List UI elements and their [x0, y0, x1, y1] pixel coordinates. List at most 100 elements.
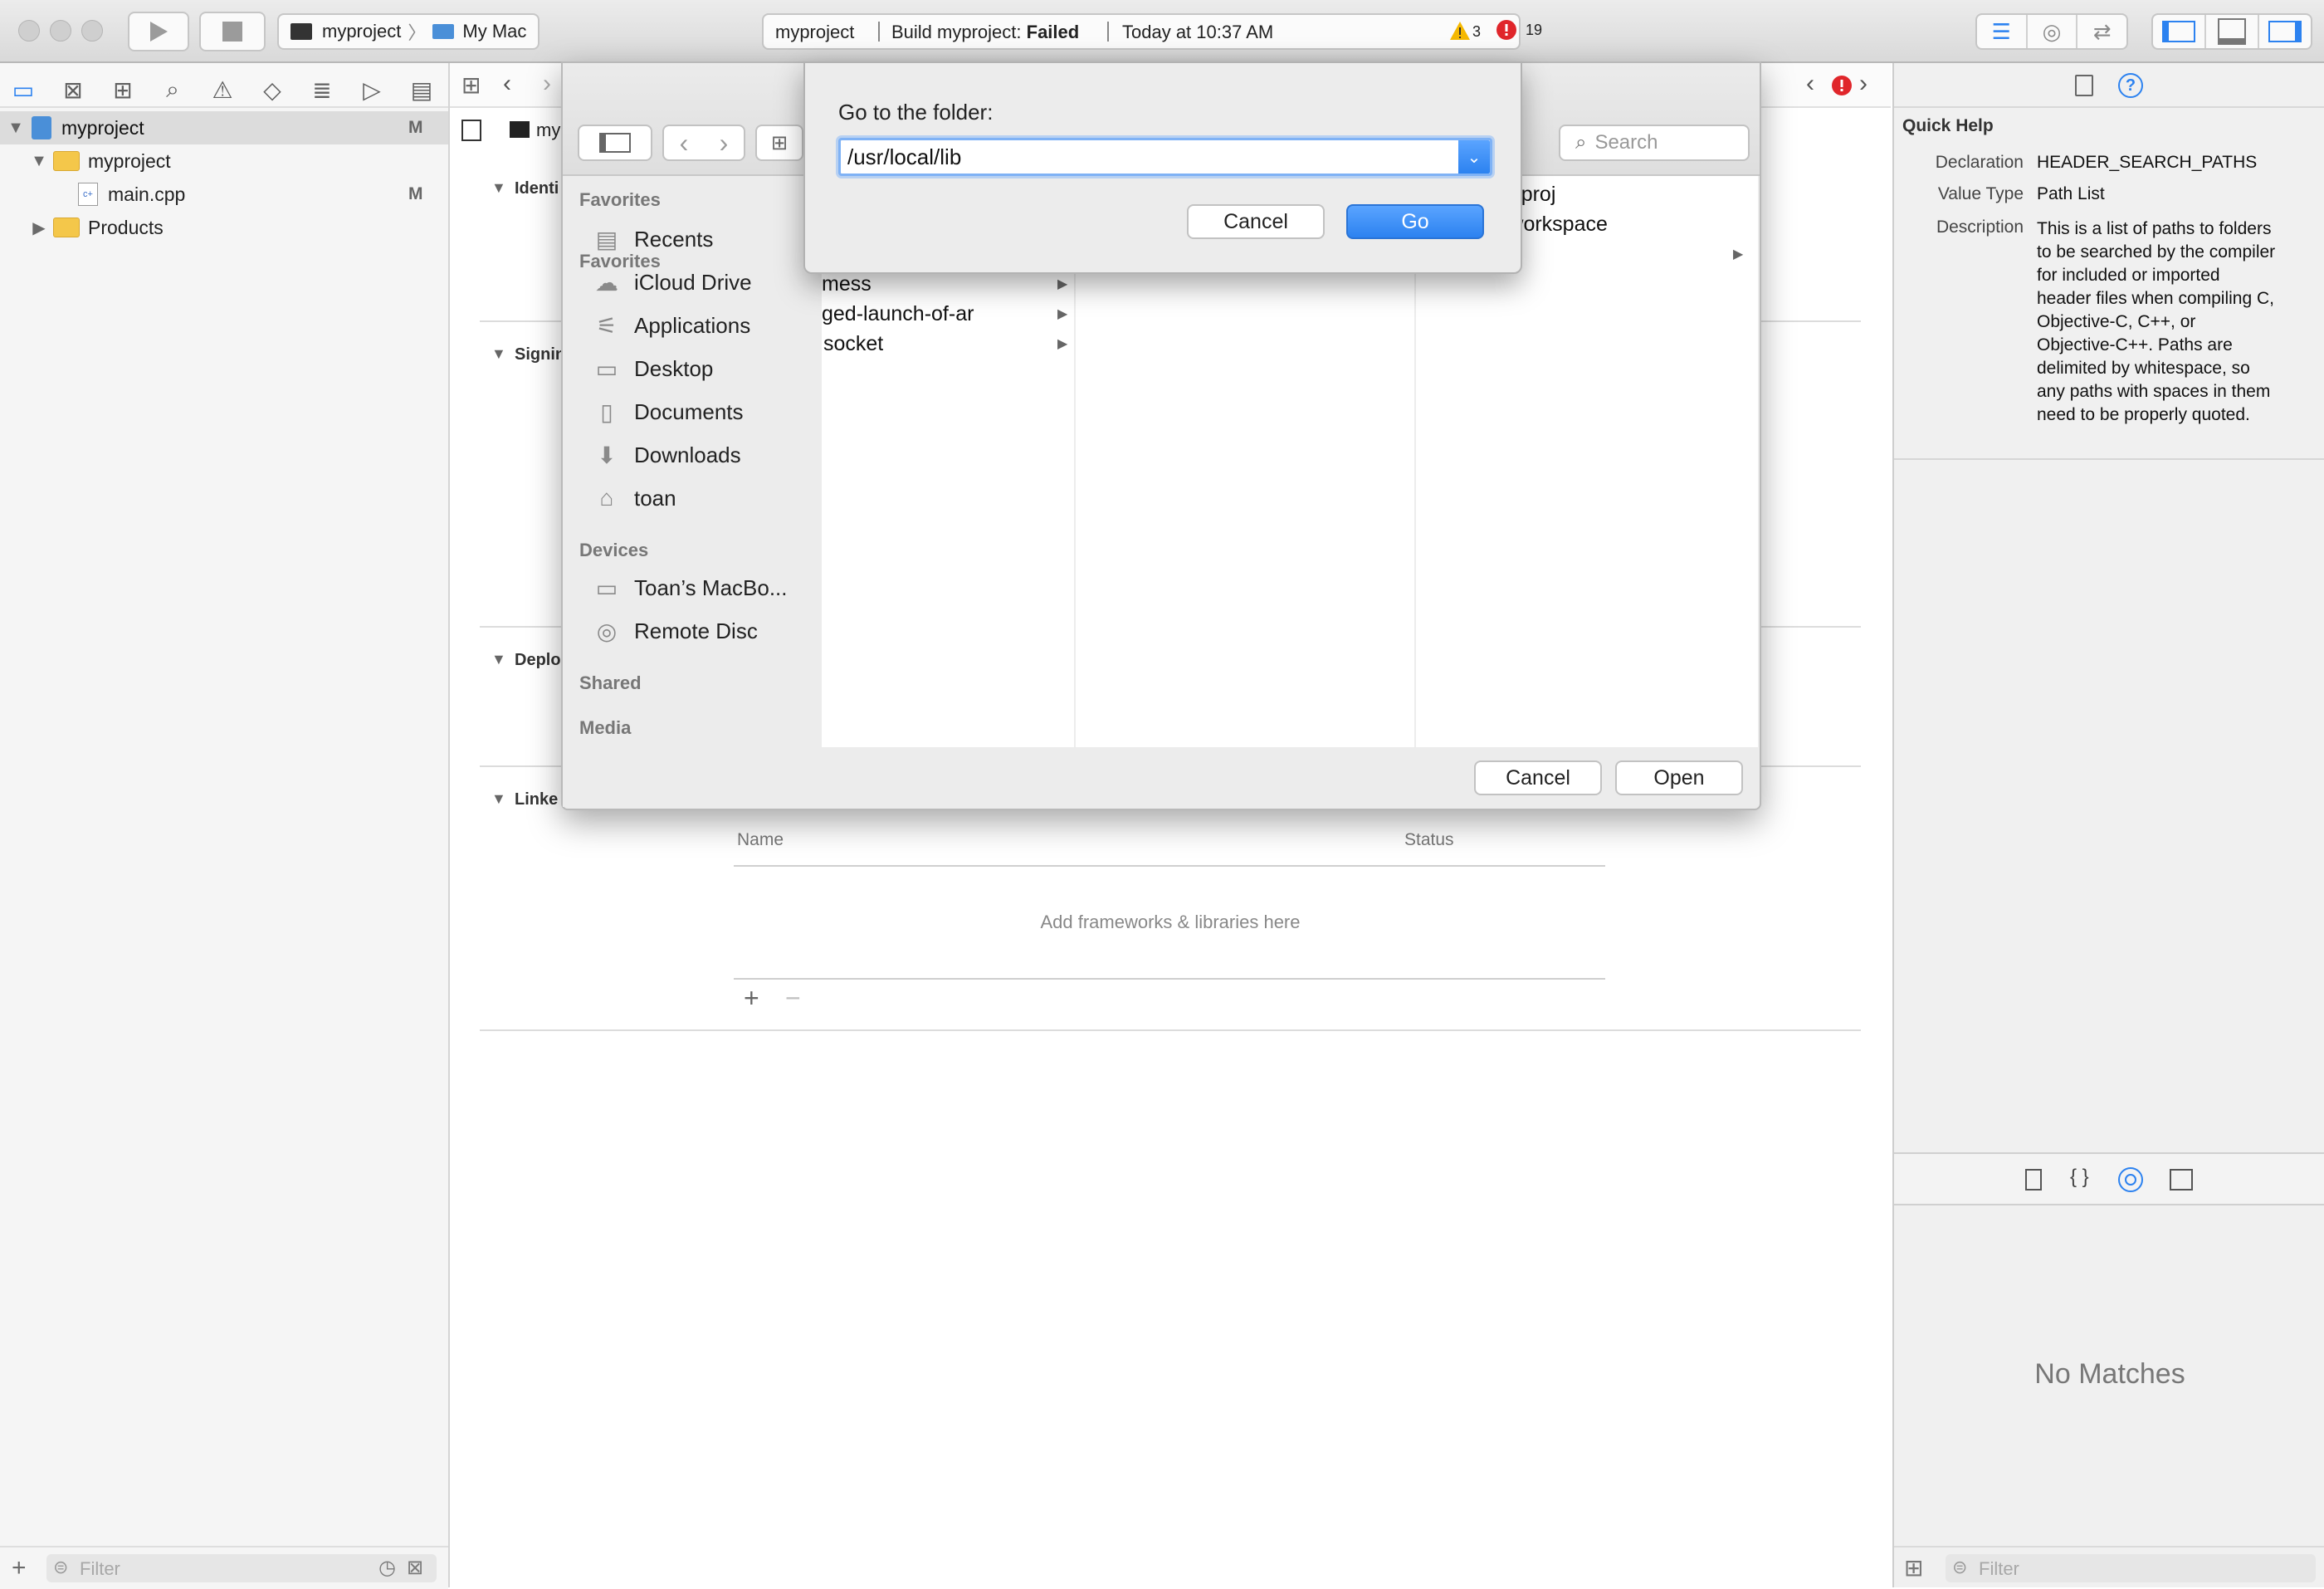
- scheme-selector[interactable]: myproject 〉 My Mac: [277, 13, 540, 50]
- project-navigator: ▭ ⊠ ⊞ ⌕ ⚠ ◇ ≣ ▷ ▤ ▼ myproject M ▼ myproj…: [0, 63, 450, 1589]
- breakpoint-icon[interactable]: ▷: [357, 75, 387, 105]
- folder-path-combo[interactable]: ⌄: [838, 138, 1492, 176]
- disclosure-arrow-icon: ▶: [1057, 277, 1068, 291]
- sidebar-item-applications[interactable]: ⚟ Applications: [591, 304, 750, 347]
- target-name[interactable]: my: [536, 120, 560, 141]
- disclosure-open-icon[interactable]: ▼: [30, 152, 48, 171]
- sidebar-item-downloads[interactable]: ⬇ Downloads: [591, 433, 740, 477]
- back-chevron-icon[interactable]: ‹: [680, 128, 689, 159]
- standard-editor-icon[interactable]: ☰: [1977, 15, 2026, 48]
- grid-view-icon: ⊞: [770, 131, 788, 154]
- value-type-label: Value Type: [1937, 184, 2024, 203]
- go-button[interactable]: Go: [1346, 204, 1484, 239]
- code-snippet-icon[interactable]: { }: [2070, 1166, 2089, 1189]
- column-header-name[interactable]: Name: [737, 830, 784, 850]
- symbol-icon[interactable]: ⊞: [108, 75, 138, 105]
- scm-filter-icon[interactable]: ⊠: [407, 1556, 423, 1580]
- go-to-folder-cancel-button[interactable]: Cancel: [1187, 204, 1325, 239]
- media-library-icon[interactable]: [2170, 1169, 2193, 1191]
- panel-cancel-button[interactable]: Cancel: [1474, 760, 1602, 795]
- add-icon[interactable]: +: [12, 1554, 27, 1582]
- column-header-status[interactable]: Status: [1404, 830, 1454, 850]
- list-item[interactable]: socket ▶: [822, 329, 1074, 359]
- minimize-window-button[interactable]: [50, 20, 71, 42]
- folder-path-input[interactable]: [846, 143, 1447, 171]
- file-template-icon[interactable]: [2025, 1169, 2042, 1191]
- forward-chevron-icon[interactable]: ›: [720, 128, 729, 159]
- panel-open-button[interactable]: Open: [1615, 760, 1743, 795]
- filter-field[interactable]: ⊜ Filter ◷ ⊠: [46, 1554, 437, 1582]
- history-nav-button[interactable]: ‹ ›: [662, 125, 745, 161]
- chevron-down-icon[interactable]: ⌄: [1458, 140, 1490, 174]
- toggle-utilities-icon[interactable]: [2258, 15, 2311, 48]
- error-icon[interactable]: [1496, 19, 1517, 41]
- sidebar-item-icloud-drive[interactable]: ☁ iCloud Drive: [591, 261, 752, 304]
- issue-icon[interactable]: ⚠: [208, 75, 237, 105]
- tree-item-project[interactable]: ▼ myproject M: [0, 111, 448, 144]
- folder-icon: [53, 218, 80, 237]
- report-icon[interactable]: ▤: [407, 75, 437, 105]
- zoom-window-button[interactable]: [81, 20, 103, 42]
- disclosure-closed-icon[interactable]: ▶: [30, 218, 48, 238]
- recent-clock-icon[interactable]: ◷: [378, 1556, 396, 1580]
- add-framework-button[interactable]: +: [744, 983, 759, 1014]
- status-project: myproject: [775, 22, 855, 42]
- disclosure-open-icon[interactable]: ▼: [491, 790, 506, 808]
- section-linked-title: Linke: [515, 790, 559, 809]
- grid-view-icon[interactable]: ⊞: [1904, 1554, 1923, 1582]
- test-icon[interactable]: ◇: [257, 75, 287, 105]
- view-toggle-segment: [2151, 13, 2312, 50]
- stop-button[interactable]: [199, 12, 266, 51]
- disclosure-open-icon[interactable]: ▼: [491, 345, 506, 363]
- search-field[interactable]: ⌕ Search: [1559, 125, 1750, 161]
- folder-icon: [53, 151, 80, 171]
- filter-placeholder: Filter: [80, 1558, 120, 1579]
- sidebar-item-remote-disc[interactable]: ◎ Remote Disc: [591, 609, 758, 653]
- tree-item-group[interactable]: ▼ myproject: [0, 144, 448, 178]
- related-items-icon[interactable]: ⊞: [461, 71, 481, 99]
- close-window-button[interactable]: [18, 20, 40, 42]
- home-icon: ⌂: [599, 485, 614, 511]
- remove-framework-button[interactable]: −: [785, 983, 801, 1014]
- folder-icon[interactable]: ▭: [8, 75, 38, 105]
- value-type-value: Path List: [2037, 184, 2105, 203]
- sidebar-toggle-button[interactable]: [578, 125, 652, 161]
- toggle-navigator-icon[interactable]: [2153, 15, 2204, 48]
- next-issue-chevron-icon[interactable]: ›: [1859, 70, 1868, 98]
- disclosure-open-icon[interactable]: ▼: [491, 179, 506, 197]
- previous-issue-chevron-icon[interactable]: ‹: [1806, 70, 1814, 98]
- toggle-debug-area-icon[interactable]: [2204, 15, 2258, 48]
- sidebar-item-recents[interactable]: ▤ Recents: [591, 218, 714, 261]
- disclosure-open-icon[interactable]: ▼: [491, 651, 506, 668]
- warning-icon[interactable]: [1449, 21, 1471, 41]
- error-icon[interactable]: [1831, 75, 1853, 96]
- debug-icon[interactable]: ≣: [307, 75, 337, 105]
- forward-chevron-icon[interactable]: ›: [543, 70, 551, 98]
- back-chevron-icon[interactable]: ‹: [503, 70, 511, 98]
- library-filter-field[interactable]: ⊜ Filter: [1946, 1554, 2316, 1582]
- sidebar-item-macbook[interactable]: ▭ Toan’s MacBo...: [591, 566, 788, 609]
- file-inspector-icon[interactable]: [2075, 75, 2093, 96]
- disclosure-open-icon[interactable]: ▼: [7, 119, 25, 138]
- sidebar-item-documents[interactable]: ▯ Documents: [591, 390, 743, 433]
- errors-count: 19: [1526, 22, 1543, 38]
- version-editor-icon[interactable]: ⇄: [2076, 15, 2126, 48]
- source-control-icon[interactable]: ⊠: [58, 75, 88, 105]
- run-button[interactable]: [128, 12, 189, 51]
- sidebar-item-desktop[interactable]: ▭ Desktop: [591, 347, 714, 390]
- sidebar-item-home[interactable]: ⌂ toan: [591, 477, 676, 520]
- tree-item-label: Products: [88, 216, 164, 238]
- assistant-editor-icon[interactable]: ◎: [2025, 15, 2077, 48]
- view-mode-button[interactable]: ⊞: [755, 125, 803, 161]
- list-item[interactable]: ged-launch-of-ar ▶: [822, 299, 1074, 329]
- declaration-label: Declaration: [1935, 153, 2024, 172]
- sidebar-toggle-icon[interactable]: [461, 120, 481, 141]
- tree-item-file[interactable]: c+ main.cpp M: [0, 178, 448, 211]
- downloads-icon: ⬇: [597, 442, 617, 468]
- search-icon[interactable]: ⌕: [158, 75, 188, 105]
- laptop-icon: [432, 24, 455, 39]
- tree-item-products[interactable]: ▶ Products: [0, 211, 448, 244]
- object-library-icon[interactable]: [2118, 1167, 2143, 1192]
- favorites-heading: Favorites: [579, 189, 661, 210]
- quick-help-icon[interactable]: ?: [2118, 73, 2143, 98]
